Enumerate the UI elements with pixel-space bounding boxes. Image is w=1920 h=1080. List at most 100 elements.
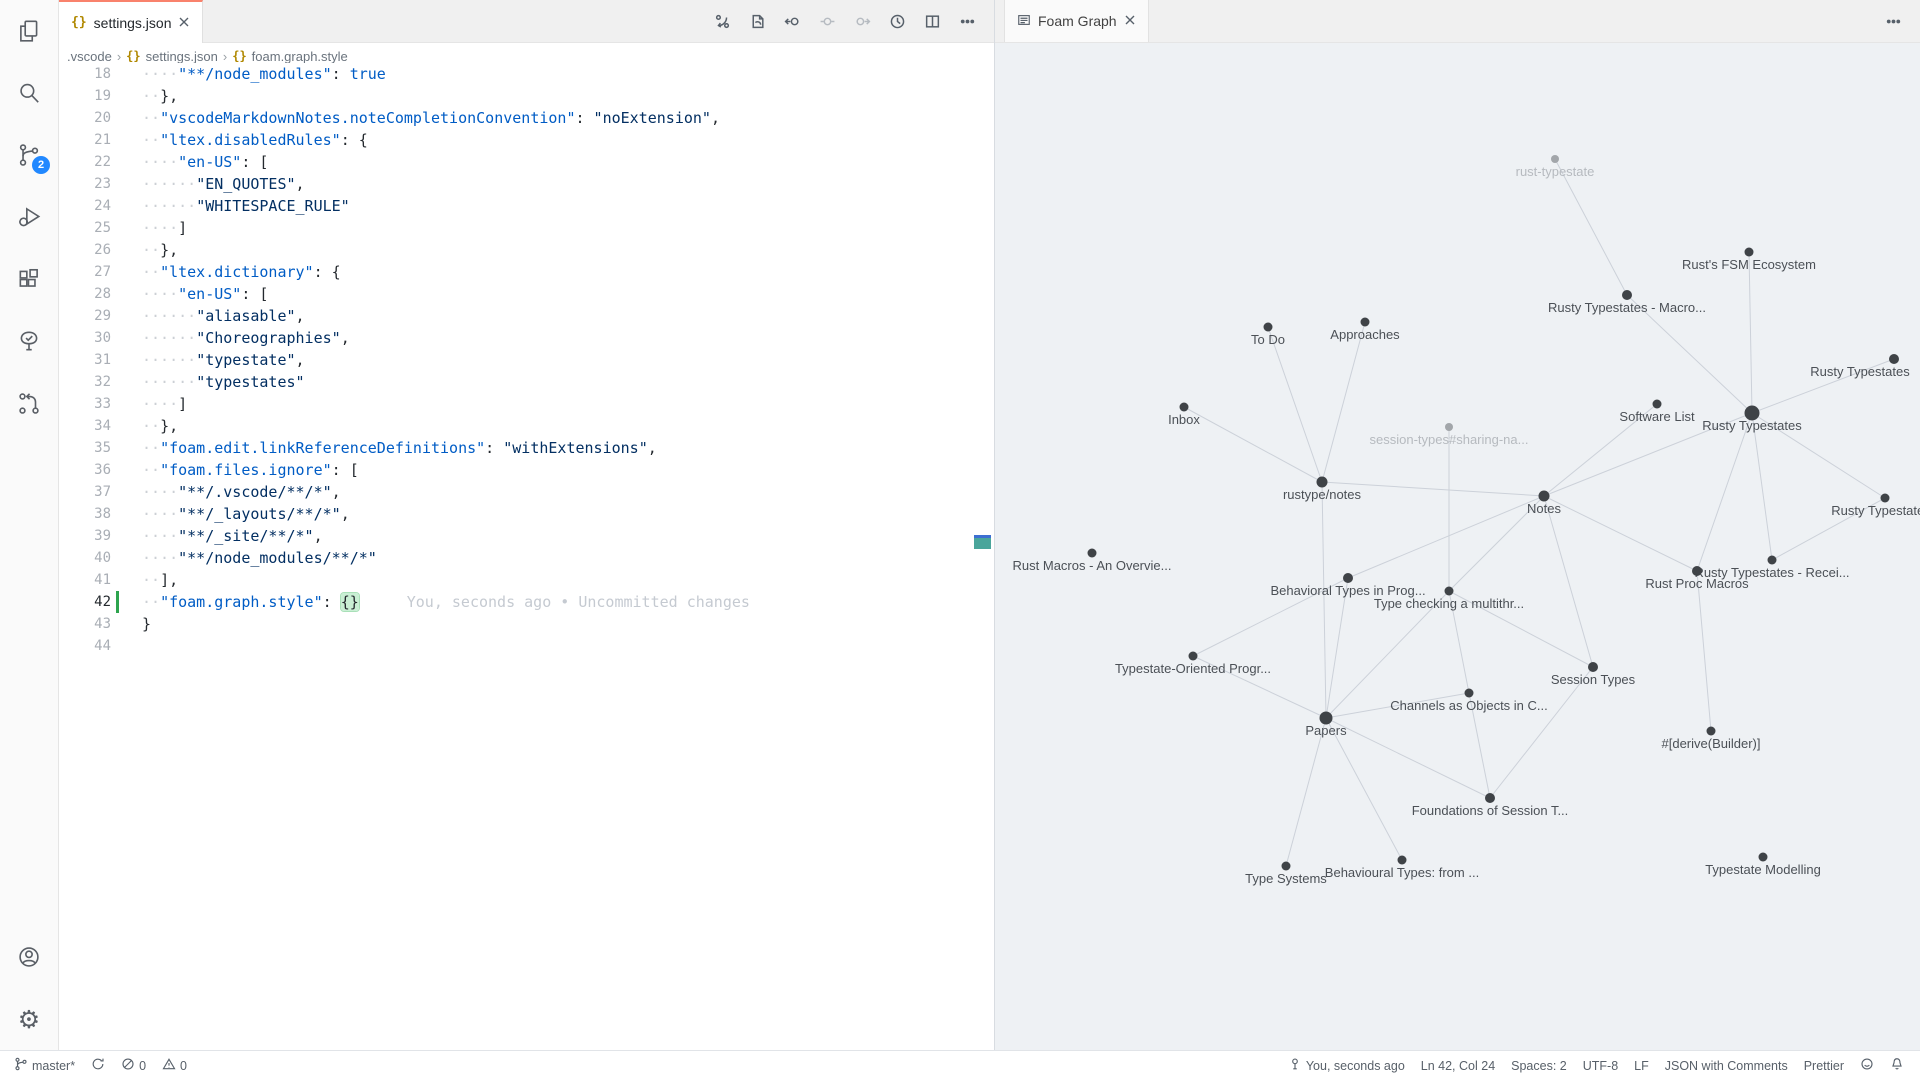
gutter — [111, 327, 142, 349]
graph-label-todo: To Do — [1251, 332, 1285, 347]
graph-edge — [1544, 496, 1593, 667]
graph-node-foundations[interactable] — [1485, 793, 1495, 803]
split-editor-icon[interactable] — [919, 8, 945, 34]
status-gitlens-blame[interactable]: You, seconds ago — [1280, 1051, 1413, 1080]
status-cursor-position[interactable]: Ln 42, Col 24 — [1413, 1051, 1503, 1080]
editor-group: {} settings.json — [59, 0, 995, 1050]
search-icon[interactable] — [0, 62, 58, 124]
breadcrumb-item[interactable]: .vscode — [67, 49, 112, 64]
code-line: 19··}, — [59, 85, 994, 107]
status-formatter[interactable]: Prettier — [1796, 1051, 1852, 1080]
code-line: 22····"en-US": [ — [59, 151, 994, 173]
git-graph-icon[interactable] — [0, 372, 58, 434]
gutter — [111, 459, 142, 481]
status-branch-status[interactable]: master* — [6, 1051, 83, 1080]
account-icon[interactable] — [0, 926, 58, 988]
code-line: 28····"en-US": [ — [59, 283, 994, 305]
line-number: 29 — [59, 308, 111, 324]
explorer-icon[interactable] — [0, 0, 58, 62]
graph-node-behavioral[interactable] — [1343, 573, 1353, 583]
tab-title: settings.json — [94, 15, 172, 31]
gutter — [111, 481, 142, 503]
graph-node-rust-proc[interactable] — [1692, 566, 1702, 576]
code-editor[interactable]: 18····"**/node_modules": true19··},20··"… — [59, 63, 994, 1050]
panel-more-actions-icon[interactable] — [1880, 8, 1906, 34]
more-actions-icon[interactable] — [954, 8, 980, 34]
status-sync-status[interactable] — [83, 1051, 113, 1080]
run-debug-icon[interactable] — [0, 186, 58, 248]
code-line: 44 — [59, 635, 994, 657]
status-eol[interactable]: LF — [1626, 1051, 1657, 1080]
status-feedback[interactable] — [1852, 1051, 1882, 1080]
json-file-icon: {} — [232, 49, 246, 63]
change-icon[interactable] — [814, 8, 840, 34]
breadcrumb-item[interactable]: settings.json — [146, 49, 218, 64]
close-panel-icon[interactable] — [1124, 13, 1136, 29]
added-line-gutter-mark — [111, 591, 142, 613]
graph-node-software-list[interactable] — [1653, 400, 1662, 409]
status-encoding[interactable]: UTF-8 — [1575, 1051, 1626, 1080]
line-number: 27 — [59, 264, 111, 280]
open-preview-icon[interactable] — [744, 8, 770, 34]
status-language-mode[interactable]: JSON with Comments — [1657, 1051, 1796, 1080]
code-line: 40····"**/node_modules/**/*" — [59, 547, 994, 569]
tab-settings-json[interactable]: {} settings.json — [59, 0, 203, 43]
graph-node-type-systems[interactable] — [1282, 862, 1291, 871]
code-line: 42··"foam.graph.style": {}You, seconds a… — [59, 591, 994, 613]
graph-node-derive[interactable] — [1707, 727, 1716, 736]
panel-tabstrip: Foam Graph — [995, 0, 1920, 43]
graph-node-todo[interactable] — [1264, 323, 1273, 332]
extensions-icon[interactable] — [0, 248, 58, 310]
graph-edge — [1268, 327, 1322, 482]
graph-node-recei[interactable] — [1768, 556, 1777, 565]
graph-node-inbox[interactable] — [1180, 403, 1189, 412]
graph-node-rustype-notes[interactable] — [1317, 477, 1328, 488]
status-warning-count[interactable]: 0 — [154, 1051, 195, 1080]
code-line: 21··"ltex.disabledRules": { — [59, 129, 994, 151]
gutter — [111, 129, 142, 151]
webview-icon — [1017, 13, 1031, 30]
status-error-count[interactable]: 0 — [113, 1051, 154, 1080]
breadcrumb-separator: › — [223, 49, 227, 64]
graph-node-rt-cut[interactable] — [1881, 494, 1890, 503]
graph-node-session-types[interactable] — [1588, 662, 1598, 672]
line-number: 39 — [59, 528, 111, 544]
graph-node-type-checking[interactable] — [1445, 587, 1454, 596]
graph-node-behavioural-from[interactable] — [1398, 856, 1407, 865]
previous-change-icon[interactable] — [779, 8, 805, 34]
graph-node-macro[interactable] — [1622, 290, 1632, 300]
foam-graph-canvas[interactable]: rust-typestateRust's FSM EcosystemRusty … — [995, 43, 1920, 1050]
status-notifications[interactable] — [1882, 1051, 1912, 1080]
graph-label-rt-hub: Rusty Typestates — [1702, 418, 1802, 433]
open-changes-icon[interactable] — [709, 8, 735, 34]
graph-node-rusts-fsm[interactable] — [1745, 248, 1754, 257]
gutter — [111, 503, 142, 525]
graph-node-session-types-na[interactable] — [1445, 423, 1453, 431]
graph-node-typestate-oriented[interactable] — [1189, 652, 1198, 661]
settings-gear-icon[interactable]: ⚙ — [0, 988, 58, 1050]
source-control-icon[interactable]: 2 — [0, 124, 58, 186]
line-number: 36 — [59, 462, 111, 478]
timeline-icon[interactable] — [884, 8, 910, 34]
testing-tree-icon[interactable] — [0, 310, 58, 372]
graph-node-rt-right[interactable] — [1889, 354, 1899, 364]
breadcrumb-item[interactable]: foam.graph.style — [252, 49, 348, 64]
graph-node-channels[interactable] — [1465, 689, 1474, 698]
graph-node-approaches[interactable] — [1361, 318, 1370, 327]
graph-node-rust-typestate[interactable] — [1551, 155, 1559, 163]
tab-foam-graph[interactable]: Foam Graph — [1004, 0, 1149, 42]
close-tab-icon[interactable] — [178, 15, 190, 31]
gutter — [111, 437, 142, 459]
code-line: 27··"ltex.dictionary": { — [59, 261, 994, 283]
graph-edge — [1752, 413, 1772, 560]
warning-icon — [162, 1057, 176, 1074]
graph-node-rust-macros[interactable] — [1088, 549, 1097, 558]
graph-label-notes: Notes — [1527, 501, 1561, 516]
next-change-icon[interactable] — [849, 8, 875, 34]
code-line: 25····] — [59, 217, 994, 239]
graph-node-notes[interactable] — [1539, 491, 1550, 502]
graph-edge — [1749, 252, 1752, 413]
line-number: 28 — [59, 286, 111, 302]
graph-node-typestate-modelling[interactable] — [1759, 853, 1768, 862]
status-indentation[interactable]: Spaces: 2 — [1503, 1051, 1575, 1080]
